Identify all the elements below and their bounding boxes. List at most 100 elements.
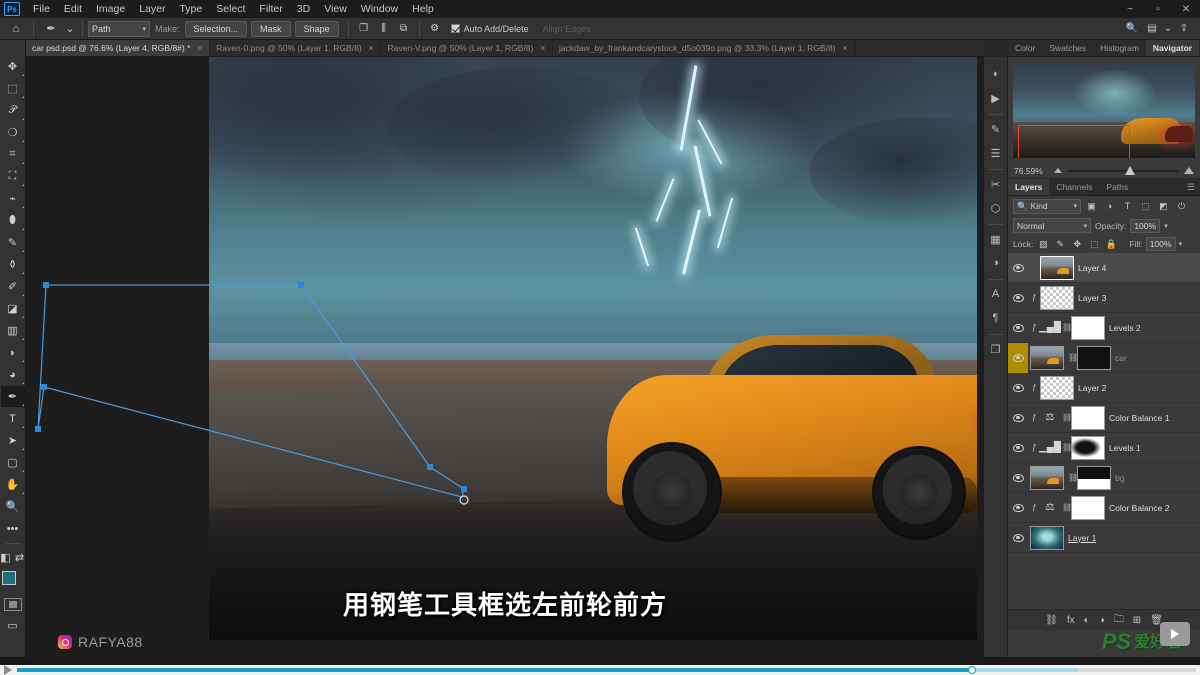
maximize-button[interactable]: ▫ [1144,0,1172,18]
layer-thumbnail[interactable] [1040,255,1074,280]
tab-paths[interactable]: Paths [1099,179,1135,195]
tab-channels[interactable]: Channels [1049,179,1099,195]
brush-tool[interactable]: ✎ [1,232,25,253]
table-row[interactable]: ƒ ⚖ ⛓ Color Balance 1 [1008,403,1200,433]
link-layers-icon[interactable]: ⛓ [1045,615,1058,626]
eraser-tool[interactable]: ◪ [1,298,25,319]
blur-tool[interactable]: ◗ [1,342,25,363]
table-row[interactable]: Layer 1 [1008,523,1200,553]
share-icon[interactable]: ⇪ [1174,20,1194,37]
layer-mask-thumbnail[interactable] [1071,435,1105,460]
color-balance-adjustment-icon[interactable]: ⚖ [1040,498,1060,518]
auto-add-delete-checkbox[interactable]: Auto Add/Delete [450,24,529,34]
adjustments-icon[interactable]: ✎ [985,118,1007,140]
make-mask-button[interactable]: Mask [251,20,291,37]
panel-menu-icon[interactable]: ☰ [1182,179,1200,195]
video-progress-track[interactable] [17,666,1196,674]
path-anchor-point[interactable] [43,282,49,288]
menu-edit[interactable]: Edit [57,0,89,18]
character-icon[interactable]: A [985,283,1007,305]
menu-file[interactable]: File [26,0,57,18]
table-row[interactable]: ⛓ bg [1008,463,1200,493]
quick-selection-tool[interactable]: ❍ [1,122,25,143]
shape-filter-icon[interactable]: ⬚ [1138,199,1153,214]
fill-chevron-down-icon[interactable]: ▾ [1179,240,1183,248]
layer-visibility-toggle[interactable] [1008,323,1028,332]
lock-position-icon[interactable]: ✥ [1070,237,1084,251]
clone-stamp-tool[interactable]: ⚱ [1,254,25,275]
layer-visibility-toggle[interactable] [1008,503,1028,512]
layer-mask-thumbnail[interactable] [1071,315,1105,340]
layer-mask-thumbnail[interactable] [1071,495,1105,520]
document-tab-raven-0[interactable]: Raven-0.png @ 50% (Layer 1, RGB/8) ✕ [210,40,382,56]
eyedropper-tool[interactable]: ⌁ [1,188,25,209]
frame-tool[interactable]: ⛶ [1,166,25,187]
home-icon[interactable]: ⌂ [4,20,28,38]
mask-link-icon[interactable]: ⛓ [1062,503,1072,512]
layer-visibility-toggle[interactable] [1008,293,1028,302]
tab-layers[interactable]: Layers [1008,179,1050,195]
menu-type[interactable]: Type [172,0,209,18]
mask-link-icon[interactable]: ⛓ [1068,353,1078,362]
layer-name[interactable]: Color Balance 1 [1109,413,1169,423]
adjustment-filter-icon[interactable]: ◑ [1102,199,1117,214]
table-row[interactable]: ⛓ car [1008,342,1200,373]
canvas-area[interactable]: 用钢笔工具框选左前轮前方 右键建立选区 羽化半径1px 确定 [26,57,984,657]
type-filter-icon[interactable]: T [1120,199,1135,214]
close-icon[interactable]: ✕ [196,44,203,53]
color-panel-icon[interactable]: ◗ [985,63,1007,85]
levels-adjustment-icon[interactable]: ▁▄█ [1039,318,1061,338]
navigator-preview[interactable] [1013,62,1195,158]
3d-icon[interactable]: ⬡ [985,197,1007,219]
table-row[interactable]: ƒ Layer 2 [1008,373,1200,403]
layer-thumbnail[interactable] [1040,285,1074,310]
path-anchor-point[interactable] [35,426,41,432]
layer-visibility-toggle[interactable] [1008,473,1028,482]
layer-name[interactable]: Color Balance 2 [1109,503,1169,513]
hand-tool[interactable]: ✋ [1,474,25,495]
layer-name[interactable]: Levels 1 [1109,443,1141,453]
levels-adjustment-icon[interactable]: ▁▄█ [1039,438,1061,458]
screen-mode-icon[interactable]: ▭ [1,615,25,636]
layer-thumbnail[interactable] [1030,525,1064,550]
horizontal-type-tool[interactable]: T [1,408,25,429]
default-colors-icon[interactable]: ◧ [0,547,12,568]
menu-view[interactable]: View [317,0,354,18]
table-row[interactable]: ƒ Layer 3 [1008,283,1200,313]
blend-mode-select[interactable]: Normal ▾ [1013,218,1091,233]
menu-help[interactable]: Help [405,0,441,18]
document-tab-jackdaw[interactable]: jackdaw_by_frankandcarystock_d5o039o.png… [552,40,856,56]
opacity-chevron-down-icon[interactable]: ▾ [1164,222,1168,230]
lock-all-icon[interactable]: 🔒 [1104,237,1118,251]
make-selection-button[interactable]: Selection... [184,20,248,37]
tab-navigator[interactable]: Navigator [1145,40,1200,56]
layer-name[interactable]: Layer 2 [1078,383,1106,393]
tab-color[interactable]: Color [1008,40,1042,56]
video-progress-knob[interactable] [967,666,976,674]
zoom-slider-knob[interactable] [1125,165,1136,175]
layer-filter-kind-select[interactable]: 🔍 Kind ▾ [1013,198,1081,214]
rectangular-marquee-tool[interactable]: ⬚ [1,78,25,99]
close-icon[interactable]: ✕ [539,44,546,53]
make-shape-button[interactable]: Shape [294,20,339,37]
color-swatches[interactable] [1,571,24,593]
chevron-down-icon[interactable]: ⌄ [63,20,77,38]
properties-icon[interactable]: ☰ [985,142,1007,164]
layers-dock-icon[interactable]: ❐ [985,338,1007,360]
lock-image-pixels-icon[interactable]: ✎ [1053,237,1067,251]
edit-toolbar-button[interactable]: ••• [1,518,25,539]
path-anchor-point[interactable] [41,384,47,390]
layer-name[interactable]: Layer 3 [1078,293,1106,303]
layer-name[interactable]: car [1115,353,1127,363]
table-row[interactable]: ƒ ▁▄█ ⛓ Levels 2 [1008,313,1200,343]
menu-filter[interactable]: Filter [252,0,289,18]
table-row[interactable]: Layer 4 [1008,253,1200,283]
mask-link-icon[interactable]: ⛓ [1068,473,1078,482]
fill-value[interactable]: 100% [1145,237,1176,251]
spot-healing-brush-tool[interactable]: ⬮ [1,210,25,231]
document-tab-car-psd[interactable]: car psd.psd @ 76.6% (Layer 4, RGB/8#) * … [26,40,211,56]
dodge-tool[interactable]: ◕ [1,364,25,385]
layer-visibility-toggle[interactable] [1008,533,1028,542]
close-icon[interactable]: ✕ [368,44,375,53]
tab-swatches[interactable]: Swatches [1042,40,1093,56]
